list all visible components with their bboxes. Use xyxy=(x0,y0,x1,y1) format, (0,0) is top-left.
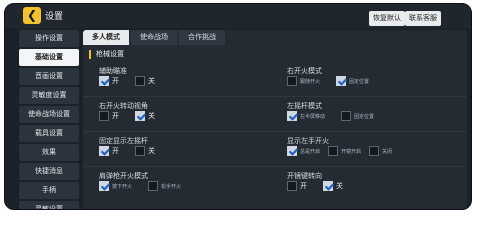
setting-scope-key-turn: 开镜键转向 开 关 xyxy=(287,171,457,197)
mode-tabs: 多人模式 使命战场 合作挑战 xyxy=(83,30,227,45)
top-bar: ❮ 设置 恢复默认 联系客服 xyxy=(5,4,471,28)
option-label: 左半屏移动 xyxy=(300,113,326,120)
option-fixed-position[interactable]: 固定位置 xyxy=(341,111,374,121)
setting-left-fire-display: 显示左手开火 总是开启 开镜开启 关闭 xyxy=(287,136,457,162)
setting-aim-assist: 辅助瞄准 开 关 xyxy=(99,66,269,92)
setting-label: 辅助瞄准 xyxy=(99,67,127,75)
option-on[interactable]: 开 xyxy=(99,146,119,156)
sidebar-item-quick-chat[interactable]: 快捷消息 xyxy=(19,163,79,180)
checkbox[interactable] xyxy=(135,146,145,156)
contact-support-button[interactable]: 联系客服 xyxy=(405,11,441,26)
checkbox-checked[interactable] xyxy=(287,146,297,156)
option-label: 开镜开启 xyxy=(341,148,362,155)
checkbox[interactable] xyxy=(287,181,297,191)
restore-default-button[interactable]: 恢复默认 xyxy=(369,11,405,26)
setting-label: 左摇杆模式 xyxy=(287,102,322,110)
sidebar-item-battle-royale[interactable]: 使命战场设置 xyxy=(19,106,79,123)
setting-label: 右开火模式 xyxy=(287,67,322,75)
sidebar-item-audio-video[interactable]: 音画设置 xyxy=(19,68,79,85)
option-left-half-move[interactable]: 左半屏移动 xyxy=(287,111,325,121)
checkbox[interactable] xyxy=(135,76,145,86)
checkbox[interactable] xyxy=(369,146,380,156)
option-label: 总是开启 xyxy=(300,148,321,155)
option-on[interactable]: 开 xyxy=(99,76,119,86)
setting-right-fire-camera: 右开火转动视角 开 关 xyxy=(99,101,269,127)
option-on[interactable]: 开 xyxy=(99,111,119,121)
option-scope-on[interactable]: 开镜开启 xyxy=(328,146,361,156)
checkbox[interactable] xyxy=(99,111,109,121)
page-title: 设置 xyxy=(45,12,64,22)
checkbox-checked[interactable] xyxy=(323,181,333,191)
option-label: 关 xyxy=(148,112,155,120)
row-divider xyxy=(83,166,467,167)
option-label: 固定位置 xyxy=(349,78,370,85)
option-follow-fire[interactable]: 跟随开火 xyxy=(287,76,320,86)
option-off[interactable]: 关 xyxy=(135,76,155,86)
checkbox[interactable] xyxy=(341,111,352,121)
checkbox-checked[interactable] xyxy=(99,181,109,191)
option-on[interactable]: 开 xyxy=(287,181,307,191)
option-label: 跟随开火 xyxy=(300,78,321,85)
sidebar-item-effects[interactable]: 效果 xyxy=(19,144,79,161)
sidebar: 操作设置 基础设置 音画设置 灵敏度设置 使命战场设置 载具设置 效果 快捷消息… xyxy=(19,30,79,209)
option-label: 开 xyxy=(300,182,307,190)
sidebar-item-vehicle[interactable]: 载具设置 xyxy=(19,125,79,142)
checkbox-checked[interactable] xyxy=(287,111,297,121)
option-off[interactable]: 关 xyxy=(135,146,155,156)
option-always-on[interactable]: 总是开启 xyxy=(287,146,320,156)
checkbox[interactable] xyxy=(287,76,297,86)
option-label: 关 xyxy=(148,147,155,155)
tab-battle-royale[interactable]: 使命战场 xyxy=(131,30,177,45)
setting-label: 右开火转动视角 xyxy=(99,102,148,110)
tab-coop[interactable]: 合作挑战 xyxy=(179,30,225,45)
option-off[interactable]: 关闭 xyxy=(369,146,392,156)
option-label: 关闭 xyxy=(382,148,393,155)
checkbox-checked[interactable] xyxy=(336,76,347,86)
settings-panel: 多人模式 使命战场 合作挑战 枪械设置 辅助瞄准 开 关 右开火模式 跟随开火 … xyxy=(83,30,467,209)
setting-label: 肩弹枪开火模式 xyxy=(99,172,148,180)
sidebar-item-controls[interactable]: 操作设置 xyxy=(19,30,79,47)
option-label: 开 xyxy=(112,112,119,120)
setting-fixed-left-joystick: 固定显示左摇杆 开 关 xyxy=(99,136,269,162)
option-label: 松手开火 xyxy=(161,183,182,190)
section-title: 枪械设置 xyxy=(89,50,124,59)
checkbox-checked[interactable] xyxy=(135,111,145,121)
row-divider xyxy=(83,131,467,132)
option-off[interactable]: 关 xyxy=(323,181,343,191)
checkbox[interactable] xyxy=(148,181,159,191)
option-label: 开 xyxy=(112,77,119,85)
settings-window: ❮ 设置 恢复默认 联系客服 操作设置 基础设置 音画设置 灵敏度设置 使命战场… xyxy=(4,3,472,210)
option-label: 按下开火 xyxy=(112,183,133,190)
setting-label: 显示左手开火 xyxy=(287,137,329,145)
option-label: 关 xyxy=(336,182,343,190)
checkbox-checked[interactable] xyxy=(99,76,109,86)
option-label: 固定位置 xyxy=(354,113,375,120)
tab-multiplayer[interactable]: 多人模式 xyxy=(83,30,129,45)
sidebar-item-basic[interactable]: 基础设置 xyxy=(19,49,79,66)
option-release-fire[interactable]: 松手开火 xyxy=(148,181,181,191)
setting-left-joystick-mode: 左摇杆模式 左半屏移动 固定位置 xyxy=(287,101,457,127)
option-off[interactable]: 关 xyxy=(135,111,155,121)
option-label: 开 xyxy=(112,147,119,155)
setting-label: 固定显示左摇杆 xyxy=(99,137,148,145)
sidebar-item-controller[interactable]: 手柄 xyxy=(19,182,79,199)
back-arrow-icon[interactable]: ❮ xyxy=(23,7,41,24)
checkbox-checked[interactable] xyxy=(99,146,109,156)
sidebar-item-more[interactable]: 灵敏设置 xyxy=(19,201,79,209)
row-divider xyxy=(83,96,467,97)
option-press-fire[interactable]: 按下开火 xyxy=(99,181,132,191)
option-fixed-position[interactable]: 固定位置 xyxy=(336,76,369,86)
checkbox[interactable] xyxy=(328,146,339,156)
setting-label: 开镜键转向 xyxy=(287,172,322,180)
sidebar-item-sensitivity[interactable]: 灵敏度设置 xyxy=(19,87,79,104)
option-label: 关 xyxy=(148,77,155,85)
setting-shotgun-fire-mode: 肩弹枪开火模式 按下开火 松手开火 xyxy=(99,171,269,197)
setting-right-fire-mode: 右开火模式 跟随开火 固定位置 xyxy=(287,66,457,92)
